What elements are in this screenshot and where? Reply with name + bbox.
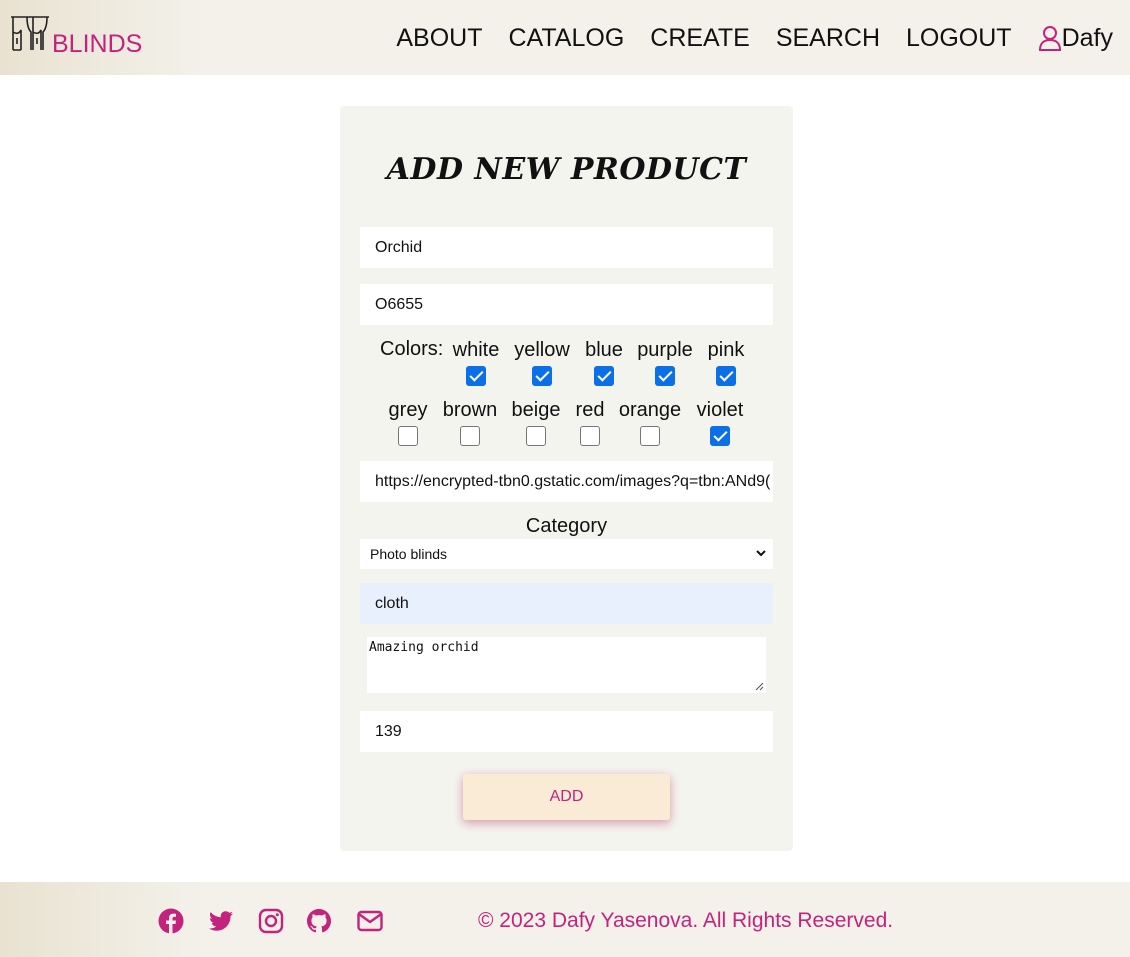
color-option-yellow[interactable]: yellow <box>513 338 571 392</box>
color-checkbox-pink[interactable] <box>716 366 736 386</box>
logo[interactable]: BLINDS <box>10 16 142 57</box>
color-name: blue <box>585 339 623 361</box>
category-label: Category <box>525 515 608 537</box>
color-checkbox-violet[interactable] <box>710 426 730 446</box>
product-name-input[interactable]: Orchid <box>360 227 773 268</box>
color-checkbox-grey[interactable] <box>398 426 418 446</box>
color-name: orange <box>618 399 682 421</box>
category-selected-value: Photo blinds <box>370 546 448 562</box>
color-name: pink <box>707 339 745 361</box>
chevron-down-icon <box>756 550 766 557</box>
material-input[interactable]: cloth <box>360 583 773 624</box>
site-footer: © 2023 Dafy Yasenova. All Rights Reserve… <box>0 882 1130 957</box>
color-option-red[interactable]: red <box>573 398 607 452</box>
product-code-input[interactable]: O6655 <box>360 284 773 325</box>
nav-search[interactable]: SEARCH <box>776 24 880 52</box>
site-header: BLINDS ABOUT CATALOG CREATE SEARCH LOGOU… <box>0 0 1130 75</box>
user-name: Dafy <box>1061 24 1113 52</box>
color-checkbox-white[interactable] <box>466 366 486 386</box>
github-icon[interactable] <box>306 908 332 934</box>
colors-label: Colors: <box>380 338 444 360</box>
color-option-orange[interactable]: orange <box>617 398 683 452</box>
color-checkbox-blue[interactable] <box>594 366 614 386</box>
color-name: brown <box>442 399 498 421</box>
nav-catalog[interactable]: CATALOG <box>509 24 625 52</box>
color-name: yellow <box>514 339 570 361</box>
price-input[interactable]: 139 <box>360 711 773 752</box>
color-option-purple[interactable]: purple <box>636 338 694 392</box>
copyright-text: © 2023 Dafy Yasenova. All Rights Reserve… <box>478 909 894 932</box>
nav-about[interactable]: ABOUT <box>396 24 482 52</box>
main-nav: ABOUT CATALOG CREATE SEARCH LOGOUT Dafy <box>370 24 1113 52</box>
color-checkbox-beige[interactable] <box>526 426 546 446</box>
mail-icon[interactable] <box>357 908 383 934</box>
page-title: ADD NEW PRODUCT <box>386 152 747 187</box>
color-name: red <box>575 399 605 421</box>
color-checkbox-purple[interactable] <box>655 366 675 386</box>
category-select[interactable]: Photo blinds <box>360 539 773 569</box>
user-icon <box>1038 26 1061 51</box>
nav-logout[interactable]: LOGOUT <box>906 24 1012 52</box>
curtains-icon <box>11 16 49 51</box>
instagram-icon[interactable] <box>258 908 284 934</box>
brand-name: BLINDS <box>52 30 143 58</box>
color-option-pink[interactable]: pink <box>706 338 746 392</box>
description-text: Amazing orchid <box>369 640 479 655</box>
color-name: grey <box>388 399 428 421</box>
image-url-input[interactable]: https://encrypted-tbn0.gstatic.com/image… <box>360 461 773 502</box>
color-checkbox-brown[interactable] <box>460 426 480 446</box>
color-option-brown[interactable]: brown <box>441 398 499 452</box>
description-textarea[interactable]: Amazing orchid <box>367 637 766 693</box>
color-checkbox-orange[interactable] <box>640 426 660 446</box>
color-option-beige[interactable]: beige <box>510 398 562 452</box>
add-product-button[interactable]: ADD <box>463 774 670 820</box>
color-option-blue[interactable]: blue <box>584 338 624 392</box>
color-checkbox-yellow[interactable] <box>532 366 552 386</box>
color-name: purple <box>637 339 693 361</box>
nav-create[interactable]: CREATE <box>650 24 750 52</box>
color-option-grey[interactable]: grey <box>386 398 430 452</box>
color-option-violet[interactable]: violet <box>694 398 746 452</box>
color-name: beige <box>511 399 561 421</box>
color-option-white[interactable]: white <box>452 338 500 392</box>
nav-user-profile[interactable]: Dafy <box>1038 24 1113 52</box>
resize-grip-icon[interactable] <box>755 682 764 691</box>
color-name: white <box>452 339 500 361</box>
color-name: violet <box>696 399 744 421</box>
color-checkbox-red[interactable] <box>580 426 600 446</box>
facebook-icon[interactable] <box>158 908 184 934</box>
twitter-icon[interactable] <box>208 908 234 934</box>
